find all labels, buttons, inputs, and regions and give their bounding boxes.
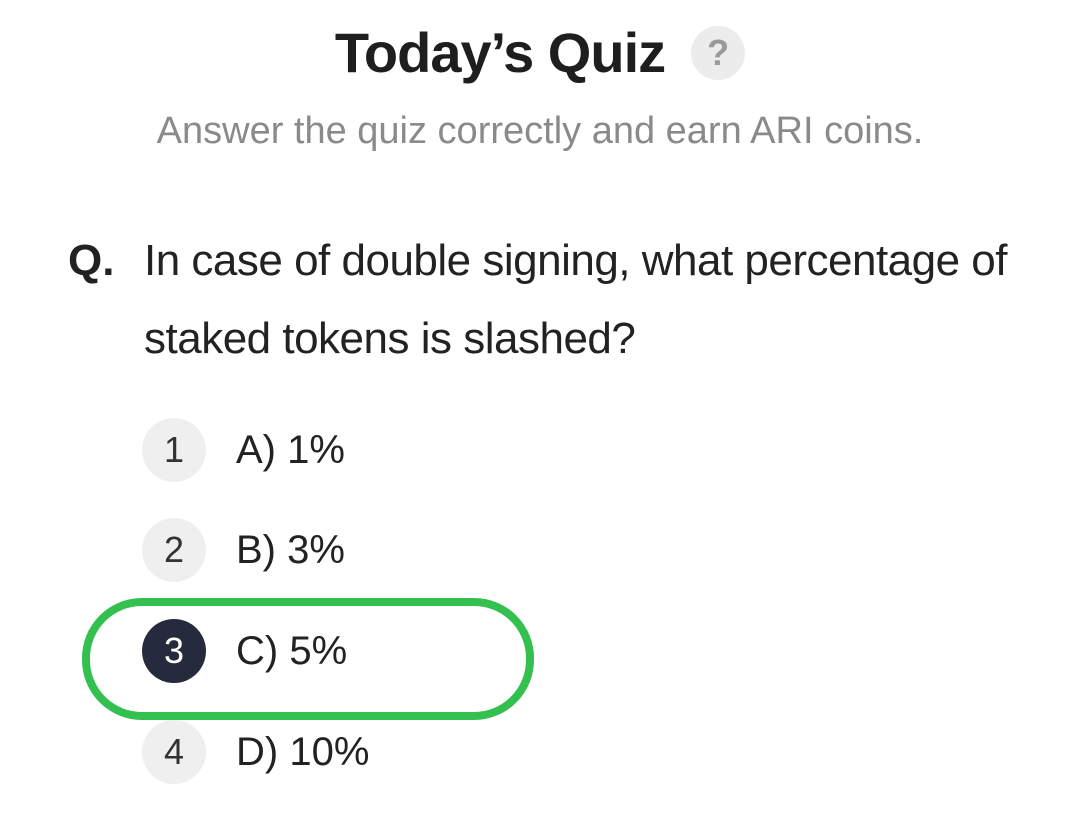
option-label: D) 10% [236,729,370,774]
answer-option-1[interactable]: 1 A) 1% [142,418,345,482]
quiz-header: Today’s Quiz ? [0,12,1080,92]
option-number-badge: 3 [142,619,206,683]
question-block: Q. In case of double signing, what perce… [68,222,1018,378]
answer-option-4[interactable]: 4 D) 10% [142,720,369,784]
option-number-badge: 2 [142,518,206,582]
option-label: C) 5% [236,628,348,673]
option-label: B) 3% [236,527,345,572]
page-title: Today’s Quiz [334,20,666,84]
answer-option-2[interactable]: 2 B) 3% [142,518,345,582]
question-mark-icon[interactable]: ? [691,26,746,80]
question-text: In case of double signing, what percenta… [144,236,1008,363]
answer-option-3[interactable]: 3 C) 5% [142,619,347,683]
option-number-badge: 1 [142,418,206,482]
quiz-page: Today’s Quiz ? Answer the quiz correctly… [0,0,1080,825]
option-number-badge: 4 [142,720,206,784]
quiz-subtitle: Answer the quiz correctly and earn ARI c… [156,110,924,152]
question-marker: Q. [68,236,115,285]
option-label: A) 1% [236,427,345,472]
